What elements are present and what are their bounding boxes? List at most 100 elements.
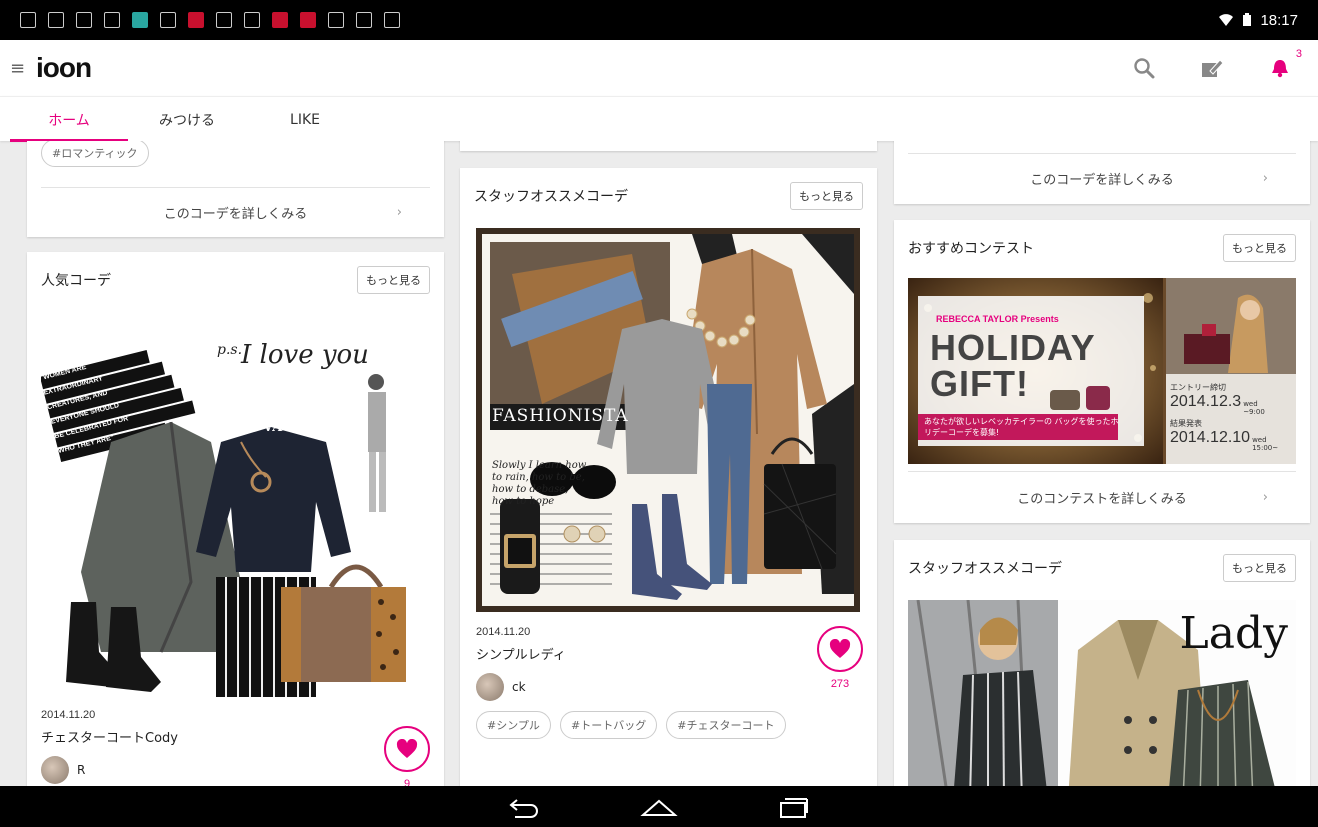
headline-text: HOLIDAY GIFT!: [930, 327, 1096, 404]
status-bar: 18:17: [0, 0, 1318, 40]
avatar[interactable]: [41, 756, 69, 784]
uniqlo-icon: [300, 12, 316, 28]
chevron-right-icon: ›: [1262, 490, 1268, 505]
section-title: 人気コーデ: [41, 273, 111, 289]
detail-label: このコーデを詳しくみる: [163, 207, 308, 222]
detail-label: このコーデを詳しくみる: [1030, 173, 1174, 188]
section-title: スタッフオススメコーデ: [908, 561, 1062, 577]
more-button[interactable]: もっと見る: [1223, 234, 1296, 262]
download-icon: [20, 12, 36, 28]
chevron-right-icon: ›: [396, 205, 402, 220]
staff-recommend-card: スタッフオススメコーデ もっと見る Lady: [894, 540, 1310, 786]
user-row[interactable]: ck: [476, 673, 566, 701]
popular-coordinate-card: 人気コーデ もっと見る "WOMEN ARE EXTRAORDINARY CRE…: [27, 252, 444, 786]
more-button[interactable]: もっと見る: [1223, 554, 1296, 582]
bird-icon: [216, 12, 232, 28]
like-count: 9: [403, 778, 411, 786]
back-icon[interactable]: [507, 795, 543, 819]
camera-icon: [384, 12, 400, 28]
tag-chip[interactable]: #トートバッグ: [559, 711, 658, 739]
user-row[interactable]: R: [41, 756, 178, 784]
like-button[interactable]: [817, 626, 863, 672]
clock: 18:17: [1260, 11, 1298, 29]
heart-icon: [396, 739, 418, 758]
post-button[interactable]: [1200, 56, 1224, 80]
tag-chip[interactable]: #チェスターコート: [666, 711, 786, 739]
app-logo[interactable]: ioon: [36, 52, 92, 84]
more-button[interactable]: もっと見る: [357, 266, 430, 294]
image-icon: [76, 12, 92, 28]
tab-like[interactable]: LIKE: [246, 97, 364, 142]
wifi-icon: [1219, 14, 1234, 26]
post-date: 2014.11.20: [41, 709, 96, 721]
caption-text: Slowly I learn how to rain, how to be, h…: [492, 460, 587, 507]
camera-icon: [356, 12, 372, 28]
coordinate-image[interactable]: Lady: [908, 600, 1296, 786]
view-contest-detail[interactable]: このコンテストを詳しくみる ›: [908, 471, 1296, 523]
app-icon: [132, 12, 148, 28]
avatar[interactable]: [476, 673, 504, 701]
post-date: 2014.11.20: [476, 626, 531, 638]
user-name[interactable]: ck: [512, 680, 526, 694]
coordinate-image[interactable]: "WOMEN ARE EXTRAORDINARY CREATURES, AND …: [41, 322, 431, 702]
feed[interactable]: #ロマンティック このコーデを詳しくみる › 人気コーデ もっと見る "WOME…: [0, 141, 1318, 786]
like-button[interactable]: [384, 726, 430, 772]
tag-chip[interactable]: #シンプル: [476, 711, 551, 739]
location-icon: [48, 12, 64, 28]
search-icon: [1134, 58, 1155, 79]
tag-list: #シンプル #トートバッグ #チェスターコート: [476, 711, 856, 745]
banner-text: FASHIONISTA: [492, 406, 629, 426]
notification-badge: 3: [1295, 48, 1302, 60]
system-nav-bar: [0, 786, 1318, 827]
coordinate-image[interactable]: FASHIONISTA Slowly I learn how to rain, …: [476, 228, 860, 612]
contest-schedule: エントリー締切 2014.12.3 wed ~9:00 結果発表 2014.12…: [1170, 383, 1279, 452]
contest-banner[interactable]: REBECCA TAYLOR Presents HOLIDAY GIFT! あな…: [908, 278, 1296, 464]
menu-icon[interactable]: ≡: [10, 58, 26, 79]
edit-icon: [1202, 59, 1224, 77]
user-name[interactable]: R: [77, 763, 85, 777]
section-title: おすすめコンテスト: [908, 241, 1034, 257]
app-bar: ≡ ioon 3: [0, 40, 1318, 96]
coordinate-card-partial: このコーデを詳しくみる ›: [894, 141, 1310, 204]
uniqlo-icon: [272, 12, 288, 28]
battery-icon: [1243, 13, 1252, 26]
home-icon[interactable]: [639, 795, 679, 819]
bell-icon: [1272, 60, 1288, 78]
like-group: 9: [384, 726, 430, 786]
recent-apps-icon[interactable]: [775, 795, 811, 819]
like-group: 273: [817, 626, 863, 690]
coordinate-card-partial: #ロマンティック このコーデを詳しくみる ›: [27, 141, 444, 237]
love-text: I love you: [241, 340, 369, 370]
pinterest-icon: [104, 12, 120, 28]
coordinate-title[interactable]: シンプルレディ: [476, 644, 566, 663]
contest-description: あなたが欲しいレベッカテイラーの バッグを使ったホリデーコーデを募集!: [924, 417, 1119, 437]
tab-home[interactable]: ホーム: [10, 97, 128, 142]
like-count: 273: [830, 678, 850, 690]
notifications-button[interactable]: 3: [1268, 48, 1302, 80]
chevron-right-icon: ›: [1262, 171, 1268, 186]
more-button[interactable]: もっと見る: [790, 182, 863, 210]
tab-bar: ホーム みつける LIKE: [0, 96, 1318, 142]
lady-text: Lady: [1179, 608, 1288, 659]
ps-text: p.s.: [217, 342, 243, 358]
app-icon: [244, 12, 260, 28]
tab-discover[interactable]: みつける: [128, 97, 246, 142]
view-coordinate-detail[interactable]: このコーデを詳しくみる ›: [908, 153, 1296, 203]
heart-icon: [829, 639, 851, 658]
system-status: 18:17: [1218, 12, 1298, 29]
staff-recommend-card: スタッフオススメコーデ もっと見る FASHIONISTA Slowly I l…: [460, 168, 877, 786]
view-coordinate-detail[interactable]: このコーデを詳しくみる ›: [41, 187, 430, 237]
coordinate-title[interactable]: チェスターコートCody: [41, 727, 178, 746]
brand-text: REBECCA TAYLOR Presents: [936, 314, 1059, 324]
tag-chip[interactable]: #ロマンティック: [41, 141, 149, 167]
keyboard-icon: [160, 12, 176, 28]
search-button[interactable]: [1132, 56, 1156, 80]
contest-card: おすすめコンテスト もっと見る REBECCA TAYLOR Presents …: [894, 220, 1310, 523]
section-title: スタッフオススメコーデ: [474, 189, 628, 205]
notification-icons: [20, 12, 400, 28]
coordinate-card-partial: [460, 141, 877, 151]
uniqlo-icon: [188, 12, 204, 28]
sweater-text: VAGUE: [263, 420, 315, 435]
barcode-icon: [328, 12, 344, 28]
detail-label: このコンテストを詳しくみる: [1017, 492, 1187, 507]
